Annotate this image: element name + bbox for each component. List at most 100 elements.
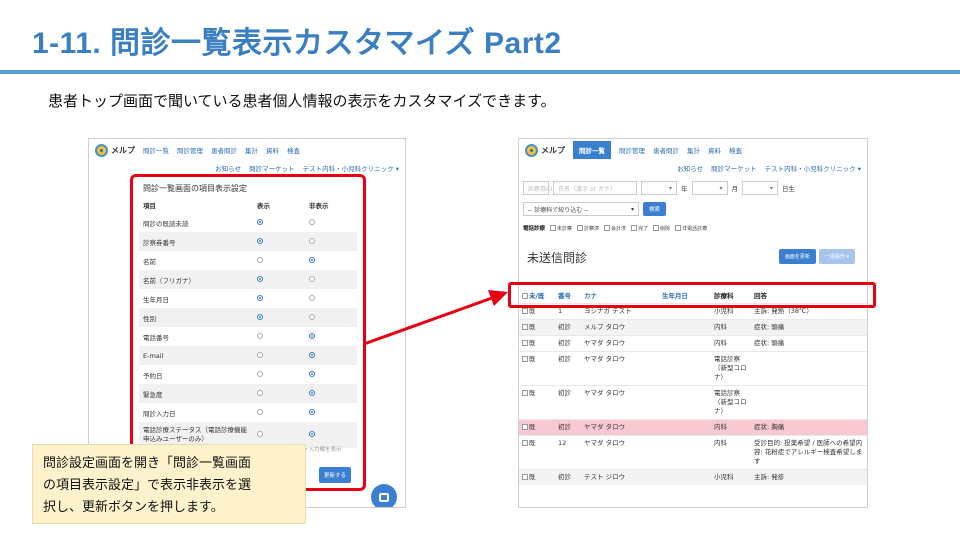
arrow-shaft <box>363 296 493 346</box>
logo-text: メルプ <box>111 145 135 155</box>
check-option[interactable]: 診察済 <box>577 225 599 232</box>
month-select[interactable]: ▾ <box>691 181 728 195</box>
row-read-cell[interactable]: 既 <box>519 434 555 469</box>
subnav-news[interactable]: お知らせ <box>215 163 241 173</box>
nav-item-manage[interactable]: 問診管理 <box>177 145 203 155</box>
phone-status-checks: 電話診療 未診察 診察済 会計済 完了 削除 非電話診療 <box>523 224 707 232</box>
check-option[interactable]: 完了 <box>631 225 648 232</box>
app-topbar: メルプ 問診一覧 問診管理 患者問診 集計 資料 検査 <box>89 139 405 161</box>
table-row[interactable]: 既初診 メルプ タロウ 内科 症状: 頭痛 <box>519 318 867 335</box>
table-row[interactable]: 既初診 テスト ジロウ 小児科 主訴: 発疹 <box>519 468 867 485</box>
table-row[interactable]: 既初診 ヤマダ タロウ 内科 症状: 頭痛 <box>519 334 867 351</box>
instruction-callout: 問診設定画面を開き「問診一覧画面 の項目表示設定」で表示非表示を選 択し、更新ボ… <box>32 444 306 524</box>
row-kana: ヤマダ タロウ <box>581 350 659 385</box>
app-topbar: メルプ 問診一覧 問診管理 患者問診 集計 資料 検査 <box>519 139 867 161</box>
row-number: 初診 <box>555 350 581 385</box>
list-screenshot: メルプ 問診一覧 問診管理 患者問診 集計 資料 検査 お知らせ 問診マーケット… <box>518 138 868 508</box>
row-read-cell[interactable]: 既 <box>519 384 555 419</box>
check-option[interactable]: 会計済 <box>604 225 626 232</box>
day-select[interactable]: ▾ <box>742 181 778 195</box>
row-department: 内科 <box>711 418 751 435</box>
arrow-head <box>488 290 508 306</box>
department-select[interactable]: -- 診療科で絞り込む -- ▾ <box>523 202 639 216</box>
row-birthdate <box>659 468 711 485</box>
row-department: 電話診察（新型コロナ） <box>711 384 751 419</box>
nav-item-patient[interactable]: 患者問診 <box>211 145 237 155</box>
row-answer <box>751 350 867 385</box>
row-birthdate <box>659 334 711 351</box>
nav-item-docs[interactable]: 資料 <box>708 145 721 155</box>
row-department: 内科 <box>711 434 751 469</box>
app-logo[interactable]: メルプ <box>525 143 565 157</box>
row-number: 初診 <box>555 418 581 435</box>
slide-title: 1-11. 問診一覧表示カスタマイズ Part2 <box>32 27 562 60</box>
logo-icon <box>95 143 108 157</box>
row-answer: 症状: 胸痛 <box>751 418 867 435</box>
row-kana: ヤマダ タロウ <box>581 434 659 469</box>
nav-item-list[interactable]: 問診一覧 <box>573 141 611 159</box>
subnav-market[interactable]: 問診マーケット <box>249 163 295 173</box>
row-read-cell[interactable]: 既 <box>519 350 555 385</box>
check-option[interactable]: 非電話診療 <box>675 225 707 232</box>
section-actions: 画面を更新 一括操作 ▾ <box>778 249 855 264</box>
row-kana: テスト ジロウ <box>581 468 659 485</box>
row-kana: メルプ タロウ <box>581 318 659 335</box>
nav-item-patient[interactable]: 患者問診 <box>653 145 679 155</box>
nav-item-docs[interactable]: 資料 <box>266 145 279 155</box>
nav-item-manage[interactable]: 問診管理 <box>619 145 645 155</box>
section-title: 未送信問診 <box>527 251 588 265</box>
row-read-cell[interactable]: 既 <box>519 334 555 351</box>
patient-id-input[interactable]: 診察券ID <box>523 181 552 195</box>
row-answer: 受診目的: 投薬希望 / 医師への希望内容: 花粉症でアレルギー検査希望します <box>751 434 867 469</box>
row-answer <box>751 384 867 419</box>
check-option[interactable]: 削除 <box>653 225 670 232</box>
row-read-cell[interactable]: 既 <box>519 468 555 485</box>
subnav-clinic[interactable]: テスト内科・小児科クリニック ▾ <box>303 163 399 173</box>
table-row[interactable]: 既初診 ヤマダ タロウ 電話診察（新型コロナ） <box>519 350 867 385</box>
month-label: 月 <box>731 185 739 193</box>
table-row[interactable]: 既初診 ヤマダ タロウ 内科 症状: 胸痛 <box>519 418 867 435</box>
callout-line: の項目表示設定」で表示非表示を選 <box>43 478 252 493</box>
year-select[interactable]: ▾ <box>641 181 677 195</box>
row-answer: 症状: 頭痛 <box>751 318 867 335</box>
refresh-button[interactable]: 画面を更新 <box>778 249 816 264</box>
subnav-clinic[interactable]: テスト内科・小児科クリニック ▾ <box>765 163 861 173</box>
logo-text: メルプ <box>541 145 565 155</box>
chat-icon <box>379 492 389 502</box>
callout-line: 択し、更新ボタンを押します。 <box>43 500 224 515</box>
nav-item-stats[interactable]: 集計 <box>245 145 258 155</box>
subnav-market[interactable]: 問診マーケット <box>711 163 757 173</box>
search-button[interactable]: 検索 <box>643 202 667 216</box>
nav-item-stats[interactable]: 集計 <box>687 145 700 155</box>
table-row[interactable]: 既 12 ヤマダ タロウ 内科 受診目的: 投薬希望 / 医師への希望内容: 花粉症でア… <box>519 434 867 469</box>
bulk-action-button[interactable]: 一括操作 ▾ <box>818 249 855 264</box>
name-input[interactable]: 氏名（漢字 or カナ） <box>553 181 637 195</box>
app-subnav: お知らせ 問診マーケット テスト内科・小児科クリニック ▾ <box>519 161 867 175</box>
check-option[interactable]: 未診察 <box>550 225 572 232</box>
row-birthdate <box>659 350 711 385</box>
title-divider <box>0 70 960 74</box>
row-kana: ヤマダ タロウ <box>581 334 659 351</box>
row-number: 初診 <box>555 384 581 419</box>
row-number: 初診 <box>555 318 581 335</box>
nav-item-list[interactable]: 問診一覧 <box>143 145 169 155</box>
row-number: 12 <box>555 434 581 469</box>
chat-button[interactable] <box>371 484 397 507</box>
row-read-cell[interactable]: 既 <box>519 418 555 435</box>
row-answer: 症状: 頭痛 <box>751 334 867 351</box>
row-kana: ヤマダ タロウ <box>581 418 659 435</box>
filter-row: 診察券ID 氏名（漢字 or カナ） ▾ 年 ▾ 月 ▾ 日生 <box>523 181 795 195</box>
nav-item-search[interactable]: 検査 <box>729 145 742 155</box>
row-kana: ヤマダ タロウ <box>581 384 659 419</box>
row-number: 初診 <box>555 334 581 351</box>
table-row[interactable]: 既初診 ヤマダ タロウ 電話診察（新型コロナ） <box>519 384 867 419</box>
app-logo[interactable]: メルプ <box>95 143 135 157</box>
row-read-cell[interactable]: 既 <box>519 318 555 335</box>
callout-line: 問診設定画面を開き「問診一覧画面 <box>43 456 252 471</box>
year-label: 年 <box>681 185 688 193</box>
nav-item-search[interactable]: 検査 <box>287 145 300 155</box>
phone-checks-label: 電話診療 <box>523 226 546 232</box>
row-number: 初診 <box>555 468 581 485</box>
pointer-arrow <box>363 290 508 346</box>
subnav-news[interactable]: お知らせ <box>677 163 703 173</box>
